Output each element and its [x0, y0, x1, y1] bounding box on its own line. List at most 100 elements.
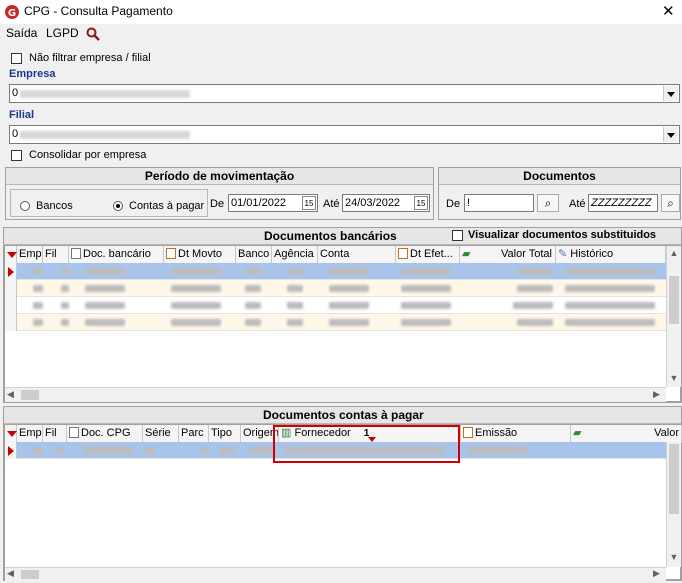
menu-bar: Saída LGPD [0, 24, 682, 44]
scroll-thumb[interactable] [669, 444, 679, 514]
row-indicator [5, 442, 17, 459]
scroll-thumb[interactable] [21, 570, 39, 579]
visualizar-label: Visualizar documentos substituidos [468, 229, 657, 241]
table-row[interactable] [5, 280, 666, 297]
col-fil[interactable]: Fil [43, 425, 67, 442]
col-valor[interactable]: ▰ Valor [571, 425, 682, 442]
chevron-down-icon[interactable] [663, 127, 678, 142]
table-row[interactable] [5, 314, 666, 331]
chevron-down-icon[interactable] [663, 86, 678, 101]
col-emissao[interactable]: Emissão [461, 425, 571, 442]
documentos-ate-input[interactable]: ZZZZZZZZZ [588, 194, 658, 212]
row-indicator [5, 297, 17, 314]
binoculars-icon[interactable]: ⌕ [537, 194, 559, 212]
col-emp[interactable]: Emp [17, 246, 43, 263]
sort-down-icon [7, 252, 17, 258]
col-doc-cpg[interactable]: Doc. CPG [67, 425, 143, 442]
col-serie[interactable]: Série [143, 425, 179, 442]
documentos-ate-value: ZZZZZZZZZ [591, 197, 652, 209]
col-historico[interactable]: ✎ Histórico [556, 246, 666, 263]
col-conta[interactable]: Conta [318, 246, 396, 263]
document-icon [71, 248, 81, 259]
col-dt-efet[interactable]: Dt Efet... [396, 246, 460, 263]
col-valor-total[interactable]: ▰ Valor Total [460, 246, 556, 263]
periodo-group: Período de movimentação Bancos Contas à … [5, 167, 434, 220]
empresa-select[interactable]: 0 [9, 84, 680, 103]
col-banco[interactable]: Banco [236, 246, 272, 263]
calendar-icon[interactable]: 15 [302, 196, 316, 210]
documentos-de-value: ! [467, 197, 471, 209]
scroll-left-icon[interactable]: ◀ [7, 389, 14, 400]
empresa-label: Empresa [9, 68, 56, 80]
close-icon[interactable]: ✕ [662, 2, 675, 20]
consolidar-label: Consolidar por empresa [29, 149, 147, 161]
table-row[interactable] [5, 263, 666, 280]
menu-saida[interactable]: Saída [6, 26, 37, 40]
contas-header-bar: Documentos contas à pagar [4, 407, 681, 424]
documentos-group: Documentos De ! ⌕ Até ZZZZZZZZZ ⌕ [438, 167, 681, 220]
visualizar-checkbox[interactable] [452, 230, 463, 241]
header-indicator [5, 246, 17, 263]
scroll-thumb[interactable] [21, 390, 39, 400]
documentos-ate-label: Até [569, 198, 586, 210]
scroll-right-icon[interactable]: ▶ [653, 389, 660, 400]
col-doc-bancario[interactable]: Doc. bancário [69, 246, 164, 263]
nao-filtrar-label: Não filtrar empresa / filial [29, 52, 151, 64]
row-indicator [5, 263, 17, 280]
svg-text:G: G [8, 8, 16, 19]
filial-select[interactable]: 0 [9, 125, 680, 144]
bancos-radio[interactable] [20, 201, 30, 211]
search-icon[interactable] [86, 27, 100, 41]
bancos-label: Bancos [36, 200, 73, 212]
fornecedor-highlight [273, 425, 460, 463]
bancarios-panel: Documentos bancários Visualizar document… [3, 227, 682, 403]
current-row-icon [8, 267, 14, 277]
contas-title: Documentos contas à pagar [263, 408, 424, 422]
contas-vscroll[interactable]: ▼ [666, 442, 681, 567]
app-logo-icon: G [5, 5, 19, 19]
contas-label: Contas à pagar [129, 200, 205, 212]
contas-radio[interactable] [113, 201, 123, 211]
current-row-icon [8, 446, 14, 456]
documentos-title: Documentos [439, 168, 680, 185]
col-parc[interactable]: Parc [179, 425, 209, 442]
periodo-ate-input[interactable]: 24/03/2022 15 [342, 194, 430, 212]
calendar-icon[interactable]: 15 [414, 196, 428, 210]
periodo-title: Período de movimentação [6, 168, 433, 185]
periodo-de-input[interactable]: 01/01/2022 15 [228, 194, 318, 212]
nao-filtrar-checkbox[interactable] [11, 53, 22, 64]
menu-lgpd[interactable]: LGPD [46, 26, 79, 40]
bancarios-vscroll[interactable]: ▲ ▼ [666, 246, 681, 387]
header-indicator [5, 425, 17, 442]
binoculars-icon[interactable]: ⌕ [661, 194, 680, 212]
col-agencia[interactable]: Agência [272, 246, 318, 263]
scroll-up-icon[interactable]: ▲ [667, 248, 681, 258]
consolidar-checkbox[interactable] [11, 150, 22, 161]
contas-grid: Emp Fil Doc. CPG Série Parc Tipo Origem … [4, 424, 682, 581]
empresa-redacted [20, 90, 190, 98]
bancarios-title: Documentos bancários [264, 229, 397, 243]
col-fil[interactable]: Fil [43, 246, 69, 263]
scroll-left-icon[interactable]: ◀ [7, 568, 14, 579]
periodo-de-label: De [210, 198, 225, 210]
scroll-thumb[interactable] [669, 276, 679, 324]
contas-hscroll[interactable]: ◀ ▶ [5, 567, 666, 581]
documentos-de-input[interactable]: ! [464, 194, 534, 212]
periodo-de-value: 01/01/2022 [231, 197, 287, 209]
table-row[interactable] [5, 297, 666, 314]
sort-down-icon [7, 431, 17, 437]
contas-panel: Documentos contas à pagar Emp Fil Doc. C… [3, 406, 682, 581]
filial-value: 0 [12, 128, 19, 140]
scroll-down-icon[interactable]: ▼ [667, 552, 681, 562]
scroll-down-icon[interactable]: ▼ [667, 373, 681, 383]
col-tipo[interactable]: Tipo [209, 425, 241, 442]
scroll-right-icon[interactable]: ▶ [653, 568, 660, 579]
col-dt-movto[interactable]: Dt Movto [164, 246, 236, 263]
bancarios-hscroll[interactable]: ◀ ▶ [5, 387, 666, 402]
row-indicator [5, 280, 17, 297]
col-emp[interactable]: Emp [17, 425, 43, 442]
bancarios-grid: Emp Fil Doc. bancário Dt Movto Banco Agê… [4, 245, 681, 402]
money-icon: ▰ [462, 248, 471, 260]
title-bar: G CPG - Consulta Pagamento ✕ [0, 0, 682, 24]
window-title: CPG - Consulta Pagamento [24, 4, 173, 18]
